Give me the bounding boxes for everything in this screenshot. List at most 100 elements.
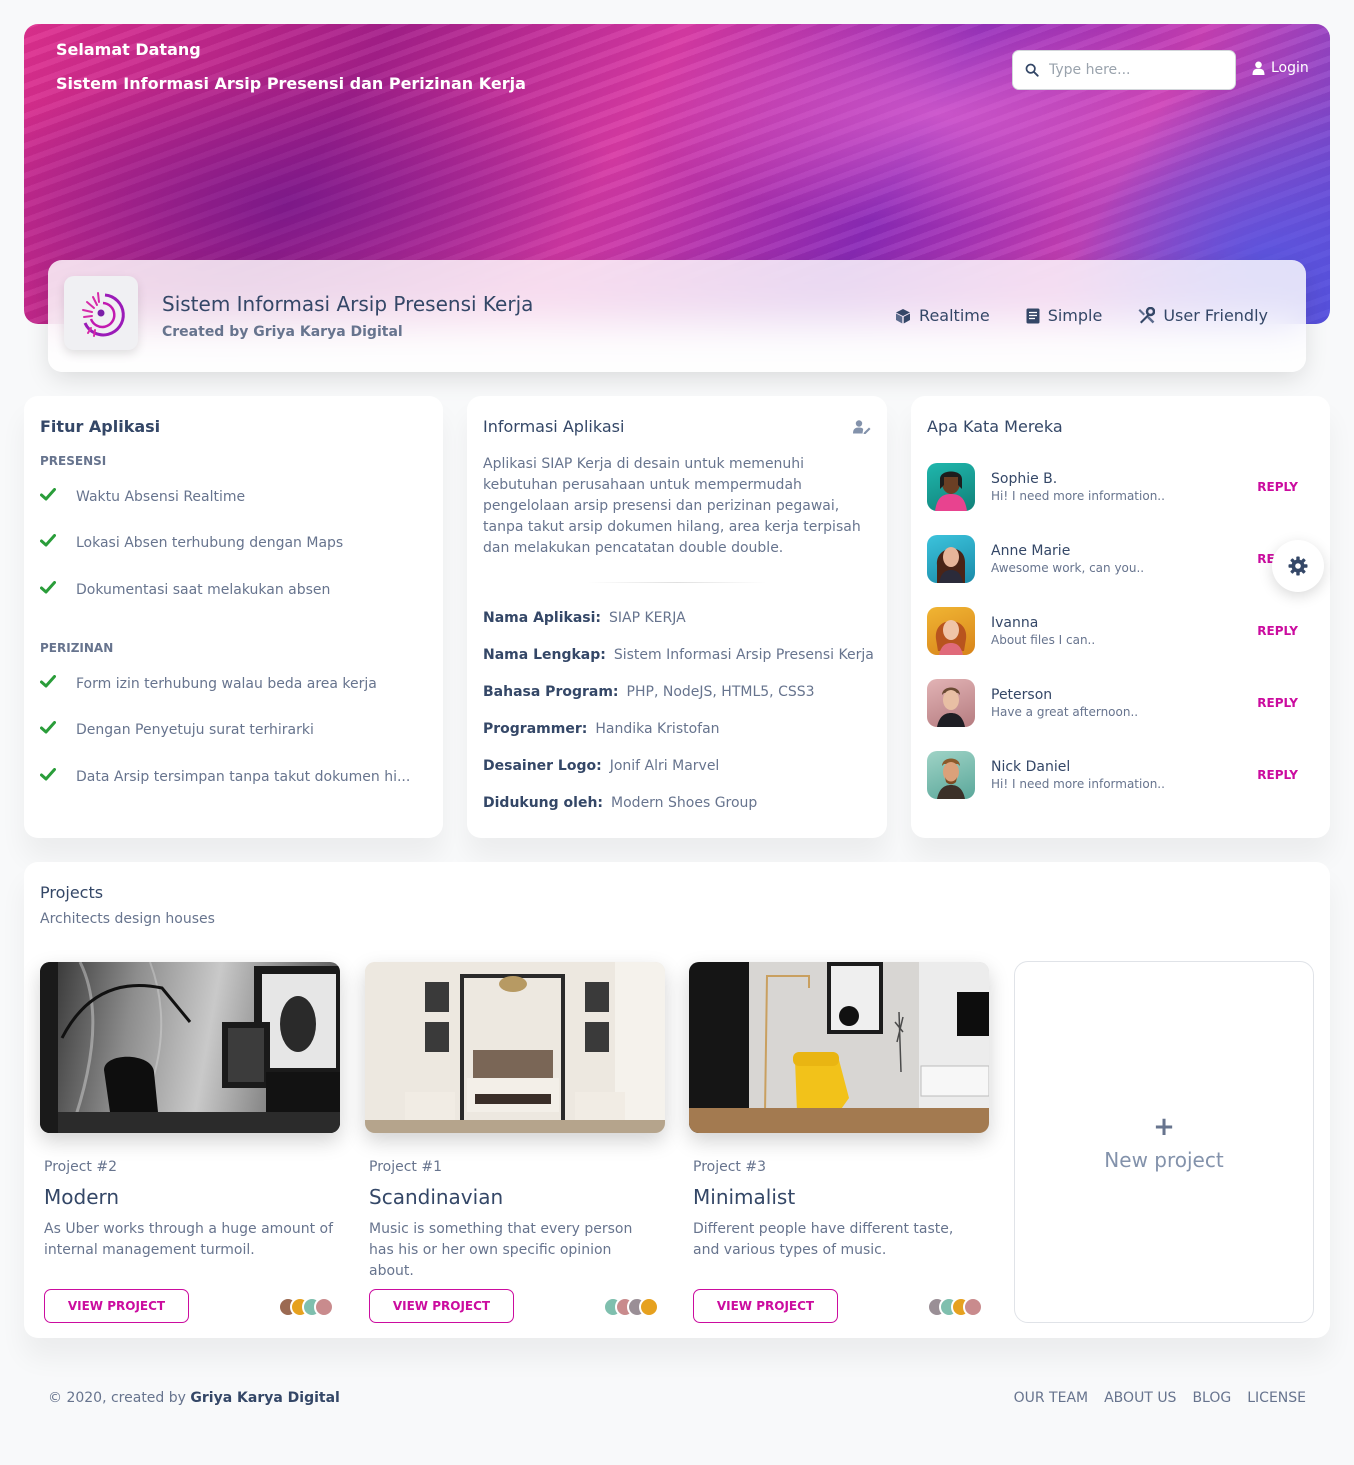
- divider: [587, 582, 767, 583]
- avatar: [927, 463, 975, 511]
- reply-button[interactable]: REPLY: [1257, 696, 1314, 710]
- view-project-button[interactable]: VIEW PROJECT: [369, 1289, 514, 1323]
- new-project-card[interactable]: + New project: [1014, 961, 1314, 1323]
- document-icon: [1026, 308, 1040, 323]
- footer-copyright: © 2020, created by Griya Karya Digital: [48, 1390, 340, 1406]
- avatar[interactable]: [639, 1297, 659, 1317]
- cube-icon: [896, 308, 911, 323]
- contact-message: Awesome work, can you..: [991, 561, 1145, 575]
- avatar: [927, 751, 975, 799]
- info-row: Desainer Logo: Jonif Alri Marvel: [483, 758, 720, 774]
- conversation-item: Anne MarieAwesome work, can you.. REPLY: [927, 534, 1314, 584]
- login-label: Login: [1271, 60, 1309, 76]
- project-team-avatars: [603, 1297, 659, 1317]
- footer-links: OUR TEAM ABOUT US BLOG LICENSE: [1014, 1390, 1306, 1406]
- avatar: [927, 607, 975, 655]
- contact-name: Peterson: [991, 687, 1053, 703]
- info-row: Nama Aplikasi: SIAP KERJA: [483, 610, 686, 626]
- tab-simple[interactable]: Simple: [1026, 306, 1102, 325]
- contact-name: Nick Daniel: [991, 759, 1071, 775]
- project-name[interactable]: Minimalist: [693, 1185, 989, 1209]
- user-icon: [1252, 61, 1265, 75]
- tab-label: Realtime: [919, 306, 990, 325]
- project-team-avatars: [927, 1297, 983, 1317]
- info-row: Programmer: Handika Kristofan: [483, 721, 720, 737]
- project-image[interactable]: [365, 962, 665, 1133]
- feature-item: Dengan Penyetuju surat terhirarki: [40, 721, 314, 738]
- avatar[interactable]: [314, 1297, 334, 1317]
- conversation-item: Ivanna About files I can.. REPLY: [927, 606, 1314, 656]
- contact-name: Sophie B.: [991, 471, 1058, 487]
- check-icon: [40, 581, 60, 598]
- footer-brand-link[interactable]: Griya Karya Digital: [190, 1390, 339, 1406]
- footer-link-license[interactable]: LICENSE: [1247, 1390, 1306, 1406]
- avatar[interactable]: [963, 1297, 983, 1317]
- view-project-button[interactable]: VIEW PROJECT: [44, 1289, 189, 1323]
- contact-message: Hi! I need more information..: [991, 489, 1165, 503]
- project-name[interactable]: Scandinavian: [369, 1185, 665, 1209]
- profile-tabs: Realtime Simple User Friendly: [895, 306, 1268, 325]
- info-card: Informasi Aplikasi Aplikasi SIAP Kerja d…: [467, 396, 887, 838]
- conversation-item: Sophie B. Hi! I need more information.. R…: [927, 462, 1314, 512]
- reply-button[interactable]: REPLY: [1257, 624, 1314, 638]
- project-image[interactable]: [40, 962, 340, 1133]
- profile-title: Sistem Informasi Arsip Presensi Kerja: [162, 292, 534, 316]
- project-name[interactable]: Modern: [44, 1185, 340, 1209]
- fingerprint-logo-icon: [82, 292, 125, 337]
- gear-icon: [1288, 556, 1308, 576]
- project-number: Project #2: [44, 1159, 117, 1175]
- project-card: Project #3 Minimalist Different people h…: [689, 962, 989, 1323]
- profile-created-by: Created by Griya Karya Digital: [162, 324, 403, 340]
- projects-card: Projects Architects design houses Projec…: [24, 862, 1330, 1338]
- feature-item: Lokasi Absen terhubung dengan Maps: [40, 534, 343, 551]
- project-description: Music is something that every person has…: [369, 1221, 633, 1279]
- feature-item: Data Arsip tersimpan tanpa takut dokumen…: [40, 768, 410, 785]
- features-title: Fitur Aplikasi: [40, 417, 161, 436]
- check-icon: [40, 675, 60, 692]
- project-description: Different people have different taste, a…: [693, 1221, 954, 1258]
- tools-icon: [1138, 307, 1156, 324]
- project-team-avatars: [278, 1297, 334, 1317]
- projects-subtitle: Architects design houses: [40, 911, 215, 927]
- info-row: Bahasa Program: PHP, NodeJS, HTML5, CSS3: [483, 684, 815, 700]
- contact-message: Hi! I need more information..: [991, 777, 1165, 791]
- check-icon: [40, 488, 60, 505]
- view-project-button[interactable]: VIEW PROJECT: [693, 1289, 838, 1323]
- settings-fab[interactable]: [1272, 540, 1324, 592]
- footer-link-about-us[interactable]: ABOUT US: [1104, 1390, 1176, 1406]
- projects-title: Projects: [40, 883, 104, 902]
- reply-button[interactable]: REPLY: [1257, 768, 1314, 782]
- section-presensi: PRESENSI: [40, 454, 107, 468]
- testimonials-title: Apa Kata Mereka: [927, 417, 1063, 436]
- conversation-item: Nick Daniel Hi! I need more information..…: [927, 750, 1314, 800]
- tab-realtime[interactable]: Realtime: [895, 306, 990, 325]
- footer-link-blog[interactable]: BLOG: [1192, 1390, 1231, 1406]
- user-edit-icon[interactable]: [853, 420, 871, 434]
- search-input[interactable]: [1049, 62, 1209, 78]
- project-card: Project #2 Modern As Uber works through …: [40, 962, 340, 1323]
- reply-button[interactable]: REPLY: [1257, 480, 1314, 494]
- tab-user-friendly[interactable]: User Friendly: [1138, 306, 1268, 325]
- project-description: As Uber works through a huge amount of i…: [44, 1221, 334, 1258]
- footer-link-our-team[interactable]: OUR TEAM: [1014, 1390, 1089, 1406]
- avatar: [927, 535, 975, 583]
- contact-name: Ivanna: [991, 615, 1039, 631]
- app-logo: [64, 276, 138, 350]
- features-card: Fitur Aplikasi PRESENSI Waktu Absensi Re…: [24, 396, 443, 838]
- contact-message: Have a great afternoon..: [991, 705, 1139, 719]
- app-profile-card: Sistem Informasi Arsip Presensi Kerja Cr…: [48, 260, 1306, 372]
- project-number: Project #1: [369, 1159, 442, 1175]
- project-image[interactable]: [689, 962, 989, 1133]
- project-number: Project #3: [693, 1159, 766, 1175]
- info-row: Didukung oleh: Modern Shoes Group: [483, 795, 758, 811]
- contact-name: Anne Marie: [991, 543, 1071, 559]
- search-box[interactable]: [1012, 50, 1236, 90]
- info-row: Nama Lengkap: Sistem Informasi Arsip Pres…: [483, 647, 874, 663]
- welcome-text: Selamat Datang: [56, 40, 201, 59]
- check-icon: [40, 721, 60, 738]
- testimonials-card: Apa Kata Mereka Sophie B. Hi! I need more…: [911, 396, 1330, 838]
- feature-item: Dokumentasi saat melakukan absen: [40, 581, 330, 598]
- login-button[interactable]: Login: [1252, 60, 1309, 76]
- project-card: Project #1 Scandinavian Music is somethi…: [365, 962, 665, 1323]
- contact-message: About files I can..: [991, 633, 1096, 647]
